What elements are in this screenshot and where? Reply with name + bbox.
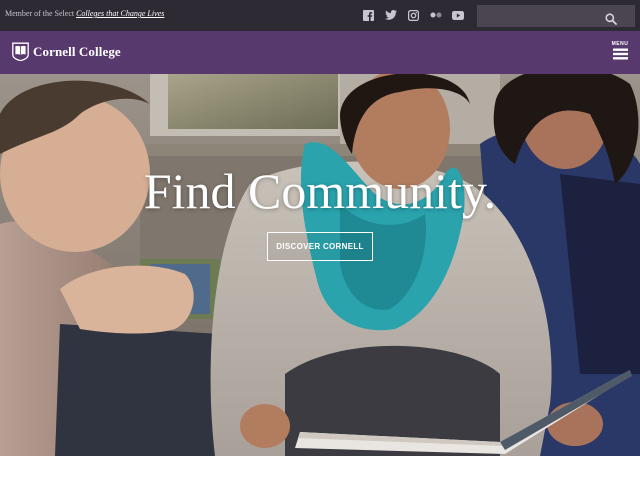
utility-bar: Member of the Select Colleges that Chang… bbox=[0, 0, 640, 31]
hero-title: Find Community. bbox=[143, 163, 497, 219]
flickr-icon[interactable] bbox=[429, 8, 443, 22]
youtube-icon[interactable] bbox=[451, 8, 465, 22]
hamburger-icon bbox=[612, 48, 628, 60]
membership-note: Member of the Select Colleges that Chang… bbox=[5, 9, 164, 18]
menu-button[interactable]: MENU bbox=[611, 41, 629, 61]
search-icon[interactable] bbox=[605, 12, 619, 26]
site-name: Cornell College bbox=[33, 43, 121, 59]
site-header: Cornell College MENU bbox=[0, 31, 640, 74]
discover-cornell-button[interactable]: DISCOVER CORNELL bbox=[267, 232, 373, 261]
membership-prefix: Member of the Select bbox=[5, 9, 75, 18]
instagram-icon[interactable] bbox=[406, 8, 420, 22]
hero-banner: Find Community. DISCOVER CORNELL bbox=[0, 74, 640, 456]
hero-photo bbox=[0, 74, 640, 456]
twitter-icon[interactable] bbox=[384, 8, 398, 22]
menu-label: MENU bbox=[611, 41, 629, 47]
colleges-that-change-lives-link[interactable]: Colleges that Change Lives bbox=[76, 9, 164, 18]
content-area bbox=[0, 456, 640, 480]
site-logo[interactable]: Cornell College bbox=[12, 42, 121, 61]
facebook-icon[interactable] bbox=[361, 8, 375, 22]
cornell-seal-icon bbox=[12, 42, 29, 61]
social-links bbox=[361, 8, 474, 22]
